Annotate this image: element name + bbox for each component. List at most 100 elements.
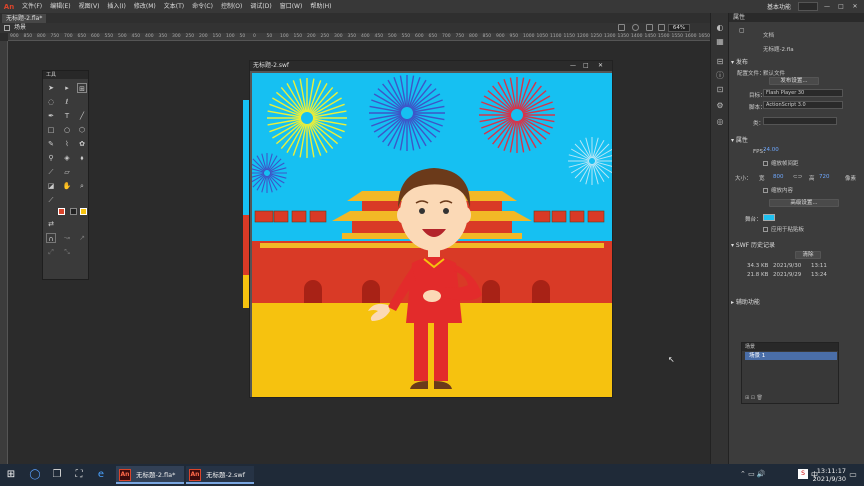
scene-breadcrumb[interactable]: 场景 (14, 23, 26, 33)
menu-commands[interactable]: 命令(C) (188, 0, 217, 13)
clip-icon[interactable] (632, 24, 639, 31)
cursor-icon: ↖ (668, 355, 675, 364)
properties-tab[interactable]: 属性 (729, 13, 864, 22)
swf-stage[interactable] (252, 73, 612, 397)
align-icon[interactable]: ⊟ (715, 57, 725, 67)
lasso-icon[interactable]: ℓ (62, 97, 72, 107)
publish-section[interactable]: ▾ 发布 (731, 57, 748, 66)
class-input[interactable] (763, 117, 837, 125)
clear-history-button[interactable]: 清除 (795, 251, 821, 259)
motion-presets-icon[interactable]: ◎ (715, 117, 725, 127)
menu-control[interactable]: 控制(O) (217, 0, 246, 13)
ruler-tick: 600 (415, 34, 424, 39)
apply-pasteboard-checkbox[interactable]: 应用于粘贴板 (763, 225, 804, 233)
polystar-icon[interactable]: ⬡ (77, 125, 87, 135)
scale-content-checkbox[interactable]: 缩放内容 (763, 186, 793, 194)
publish-settings-button[interactable]: 发布设置... (769, 77, 819, 85)
color-panel-icon[interactable]: ◐ (715, 23, 725, 33)
taskbar-app-fla[interactable]: An 无标题-2.fla* (116, 466, 184, 484)
symbol-icon[interactable] (658, 24, 665, 31)
ime-icon[interactable]: S (798, 469, 808, 479)
system-tray[interactable]: ⌃ ▭ 🔊 (740, 470, 766, 478)
menu-text[interactable]: 文本(T) (160, 0, 188, 13)
script-select[interactable]: ActionScript 3.0 (763, 101, 843, 109)
menu-help[interactable]: 帮助(H) (306, 0, 335, 13)
height-value[interactable]: 720 (819, 174, 830, 180)
menu-modify[interactable]: 修改(M) (130, 0, 160, 13)
free-transform-icon[interactable]: ⊞ (77, 83, 87, 93)
edit-bar: 场景 64% (0, 23, 710, 33)
stroke-color-icon[interactable]: ⟋ (46, 195, 56, 205)
eraser-icon[interactable]: ▱ (62, 167, 72, 177)
workspace-switcher[interactable]: 基本功能 (764, 2, 794, 11)
transform-icon[interactable]: ⊡ (715, 85, 725, 95)
menu-debug[interactable]: 调试(D) (246, 0, 275, 13)
swatches-icon[interactable]: ▦ (715, 37, 725, 47)
width-value[interactable]: 800 (773, 174, 784, 180)
notification-icon[interactable]: ▭ (846, 468, 860, 482)
deco-icon[interactable]: ✿ (77, 139, 87, 149)
arrow-icon[interactable]: ➤ (46, 83, 56, 93)
accessibility-section[interactable]: ▸ 辅助功能 (731, 297, 760, 306)
zoom-select[interactable]: 64% (668, 24, 690, 32)
cortana-icon[interactable]: ◯ (28, 468, 42, 482)
close-icon[interactable]: ✕ (598, 61, 603, 71)
ruler-tick: 200 (307, 34, 316, 39)
camera-icon[interactable]: ◪ (46, 181, 56, 191)
menu-window[interactable]: 窗口(W) (276, 0, 307, 13)
close-icon[interactable]: ✕ (850, 3, 860, 10)
menu-view[interactable]: 视图(V) (75, 0, 104, 13)
link-icon[interactable]: ⊂⊃ (793, 174, 802, 180)
task-view-icon[interactable]: ❐ (50, 468, 64, 482)
menu-insert[interactable]: 插入(I) (103, 0, 129, 13)
swf-window-titlebar[interactable]: 无标题-2.swf — □ ✕ (250, 61, 612, 71)
ink-bottle-icon[interactable]: ⬧ (77, 153, 87, 163)
scale-spans-checkbox[interactable]: 缩放帧间距 (763, 159, 799, 167)
rotate-icon[interactable]: ◌ (46, 97, 56, 107)
stage-color-swatch[interactable] (763, 214, 775, 221)
properties-section[interactable]: ▾ 属性 (731, 135, 748, 144)
bone-icon[interactable]: ⚲ (46, 153, 56, 163)
paint-bucket-icon[interactable]: ◈ (62, 153, 72, 163)
taskbar-app-swf[interactable]: An 无标题-2.swf (186, 466, 254, 484)
library-icon[interactable]: ⚙ (715, 101, 725, 111)
swap-colors-icon[interactable] (70, 208, 77, 215)
zoom-icon[interactable]: ⌕ (77, 181, 87, 191)
menu-edit[interactable]: 编辑(E) (46, 0, 74, 13)
hand-icon[interactable]: ✋ (62, 181, 72, 191)
fill-color-icon[interactable] (80, 208, 87, 215)
minimize-icon[interactable]: — (570, 61, 576, 71)
eyedropper-icon[interactable]: ⟋ (46, 167, 56, 177)
store-icon[interactable]: ⛶ (72, 468, 86, 482)
target-select[interactable]: Flash Player 30 (763, 89, 843, 97)
scene-panel-buttons[interactable]: ⊞ ⊡ 🗑 (745, 395, 763, 401)
maximize-icon[interactable]: □ (583, 61, 589, 71)
stage-center-icon[interactable] (618, 24, 625, 31)
document-tab[interactable]: 无标题-2.fla* (2, 14, 47, 23)
info-icon[interactable]: ⓘ (715, 71, 725, 81)
text-icon[interactable]: T (62, 111, 72, 121)
magnet-icon[interactable]: ∩ (46, 233, 56, 243)
tools-panel: 工具 ➤ ▸ ⊞ ◌ ℓ ✒ T ╱ □ ○ ⬡ ✎ ⌇ ✿ ⚲ ◈ ⬧ ⟋ ▱… (42, 70, 89, 280)
scene-row[interactable]: 场景 1 (745, 352, 837, 360)
menu-file[interactable]: 文件(F) (18, 0, 46, 13)
fps-value[interactable]: 24.00 (763, 147, 779, 153)
brush-icon[interactable]: ⌇ (62, 139, 72, 149)
minimize-icon[interactable]: — (822, 3, 832, 10)
scene-icon[interactable] (646, 24, 653, 31)
maximize-icon[interactable]: □ (836, 3, 846, 10)
swf-history-section[interactable]: ▾ SWF 历史记录 (731, 240, 775, 249)
clock[interactable]: 13:11:17 2021/9/30 (813, 467, 846, 483)
advanced-settings-button[interactable]: 高级设置... (769, 199, 839, 207)
search-input[interactable] (798, 2, 818, 11)
edge-icon[interactable]: e (94, 468, 108, 482)
windows-start-icon[interactable]: ⊞ (4, 468, 18, 482)
oval-icon[interactable]: ○ (62, 125, 72, 135)
rect-icon[interactable]: □ (46, 125, 56, 135)
subselect-icon[interactable]: ▸ (62, 83, 72, 93)
swap-icon[interactable]: ⇄ (46, 219, 56, 229)
pencil-icon[interactable]: ✎ (46, 139, 56, 149)
line-icon[interactable]: ╱ (77, 111, 87, 121)
pen-icon[interactable]: ✒ (46, 111, 56, 121)
stroke-color-icon[interactable] (58, 208, 65, 215)
